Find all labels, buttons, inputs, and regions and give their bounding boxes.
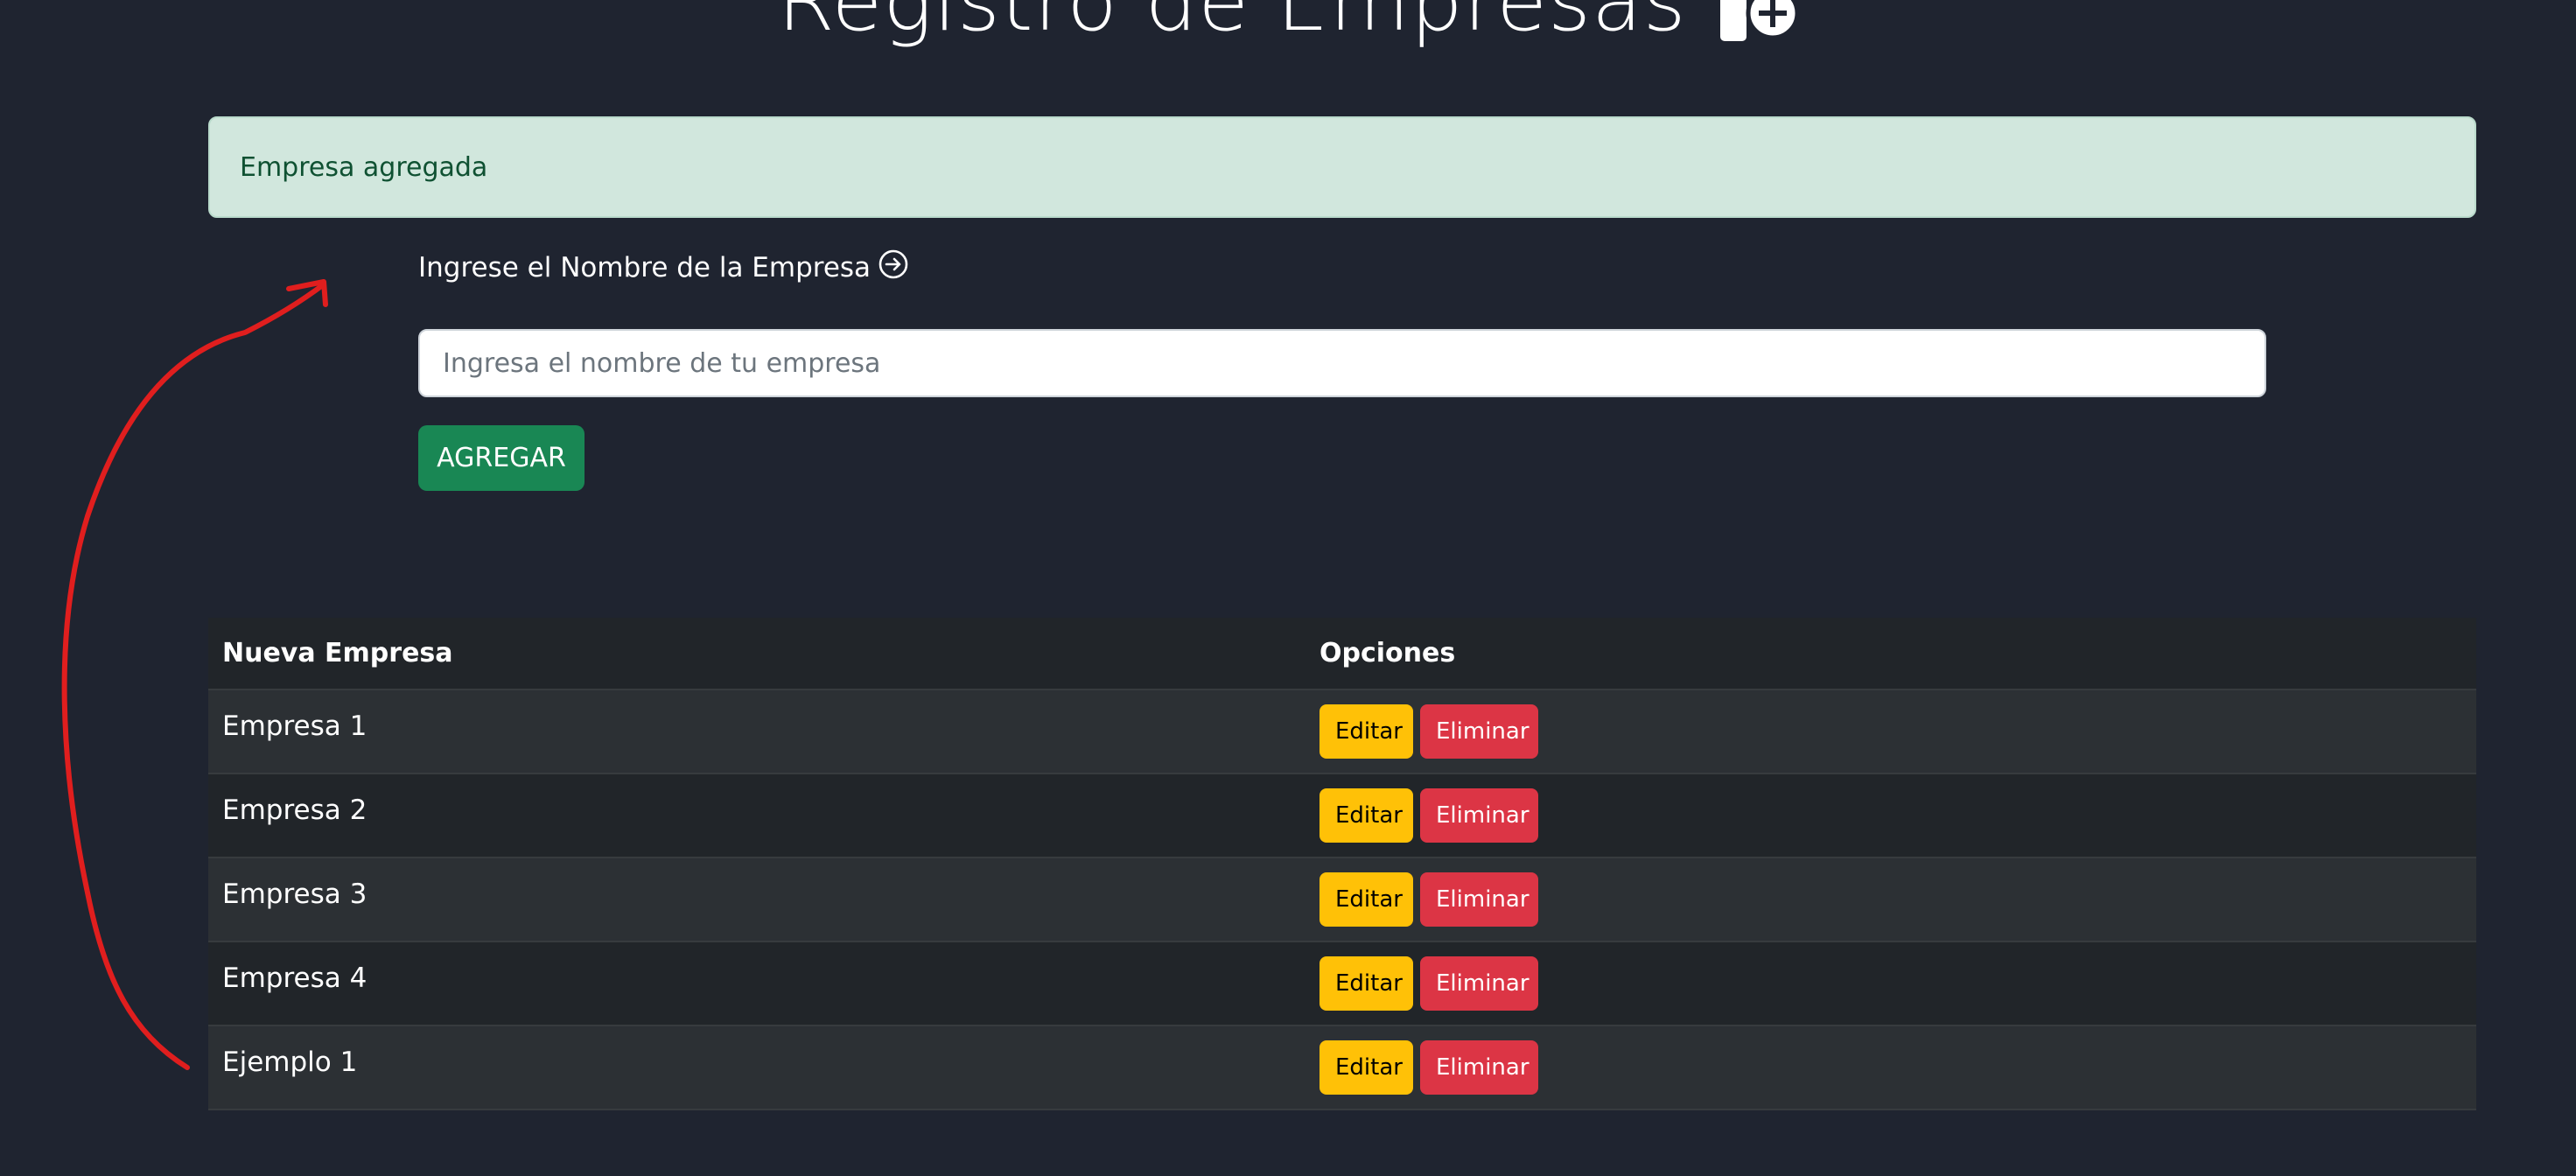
row-actions: Editar Eliminar <box>1320 788 2462 843</box>
delete-button[interactable]: Eliminar <box>1420 872 1538 927</box>
company-name-cell: Empresa 4 <box>208 942 1306 1026</box>
page: Registro de Empresas Empresa agregada In… <box>0 0 2576 1176</box>
alert-message: Empresa agregada <box>240 151 488 183</box>
delete-button[interactable]: Eliminar <box>1420 788 1538 843</box>
edit-button[interactable]: Editar <box>1320 1040 1413 1095</box>
options-cell: Editar Eliminar <box>1306 690 2476 774</box>
delete-button[interactable]: Eliminar <box>1420 1040 1538 1095</box>
arrow-right-circle-icon <box>878 248 909 287</box>
company-name-cell: Empresa 2 <box>208 774 1306 858</box>
company-name: Empresa 1 <box>222 710 368 742</box>
delete-button[interactable]: Eliminar <box>1420 704 1538 759</box>
options-cell: Editar Eliminar <box>1306 1026 2476 1110</box>
page-header: Registro de Empresas <box>0 0 2576 51</box>
table-header-row: Nueva Empresa Opciones <box>208 618 2476 690</box>
edit-button[interactable]: Editar <box>1320 956 1413 1011</box>
column-header-options: Opciones <box>1306 618 2476 690</box>
options-cell: Editar Eliminar <box>1306 942 2476 1026</box>
edit-button[interactable]: Editar <box>1320 704 1413 759</box>
company-name-cell: Empresa 3 <box>208 858 1306 942</box>
success-alert: Empresa agregada <box>208 116 2476 218</box>
table-row: Empresa 4 Editar Eliminar <box>208 942 2476 1026</box>
page-title: Registro de Empresas <box>777 0 1687 50</box>
options-cell: Editar Eliminar <box>1306 858 2476 942</box>
table-row: Empresa 3 Editar Eliminar <box>208 858 2476 942</box>
companies-table: Nueva Empresa Opciones Empresa 1 Editar … <box>208 618 2476 1110</box>
row-actions: Editar Eliminar <box>1320 704 2462 759</box>
row-actions: Editar Eliminar <box>1320 872 2462 927</box>
table-body: Empresa 1 Editar Eliminar Empresa 2 Edit… <box>208 690 2476 1110</box>
building-add-icon <box>1718 0 1800 43</box>
company-name: Empresa 2 <box>222 794 368 826</box>
delete-button[interactable]: Eliminar <box>1420 956 1538 1011</box>
row-actions: Editar Eliminar <box>1320 956 2462 1011</box>
table-header: Nueva Empresa Opciones <box>208 618 2476 690</box>
row-actions: Editar Eliminar <box>1320 1040 2462 1095</box>
company-name: Empresa 4 <box>222 962 368 994</box>
company-name-cell: Ejemplo 1 <box>208 1026 1306 1110</box>
column-header-name: Nueva Empresa <box>208 618 1306 690</box>
company-name: Ejemplo 1 <box>222 1046 358 1078</box>
options-cell: Editar Eliminar <box>1306 774 2476 858</box>
table-row: Ejemplo 1 Editar Eliminar <box>208 1026 2476 1110</box>
company-name-label: Ingrese el Nombre de la Empresa <box>418 248 909 287</box>
table-row: Empresa 1 Editar Eliminar <box>208 690 2476 774</box>
company-name-input[interactable] <box>418 329 2266 397</box>
company-name: Empresa 3 <box>222 878 368 910</box>
add-company-button[interactable]: AGREGAR <box>418 425 584 491</box>
company-name-cell: Empresa 1 <box>208 690 1306 774</box>
company-name-label-text: Ingrese el Nombre de la Empresa <box>418 252 872 284</box>
edit-button[interactable]: Editar <box>1320 788 1413 843</box>
edit-button[interactable]: Editar <box>1320 872 1413 927</box>
table-row: Empresa 2 Editar Eliminar <box>208 774 2476 858</box>
